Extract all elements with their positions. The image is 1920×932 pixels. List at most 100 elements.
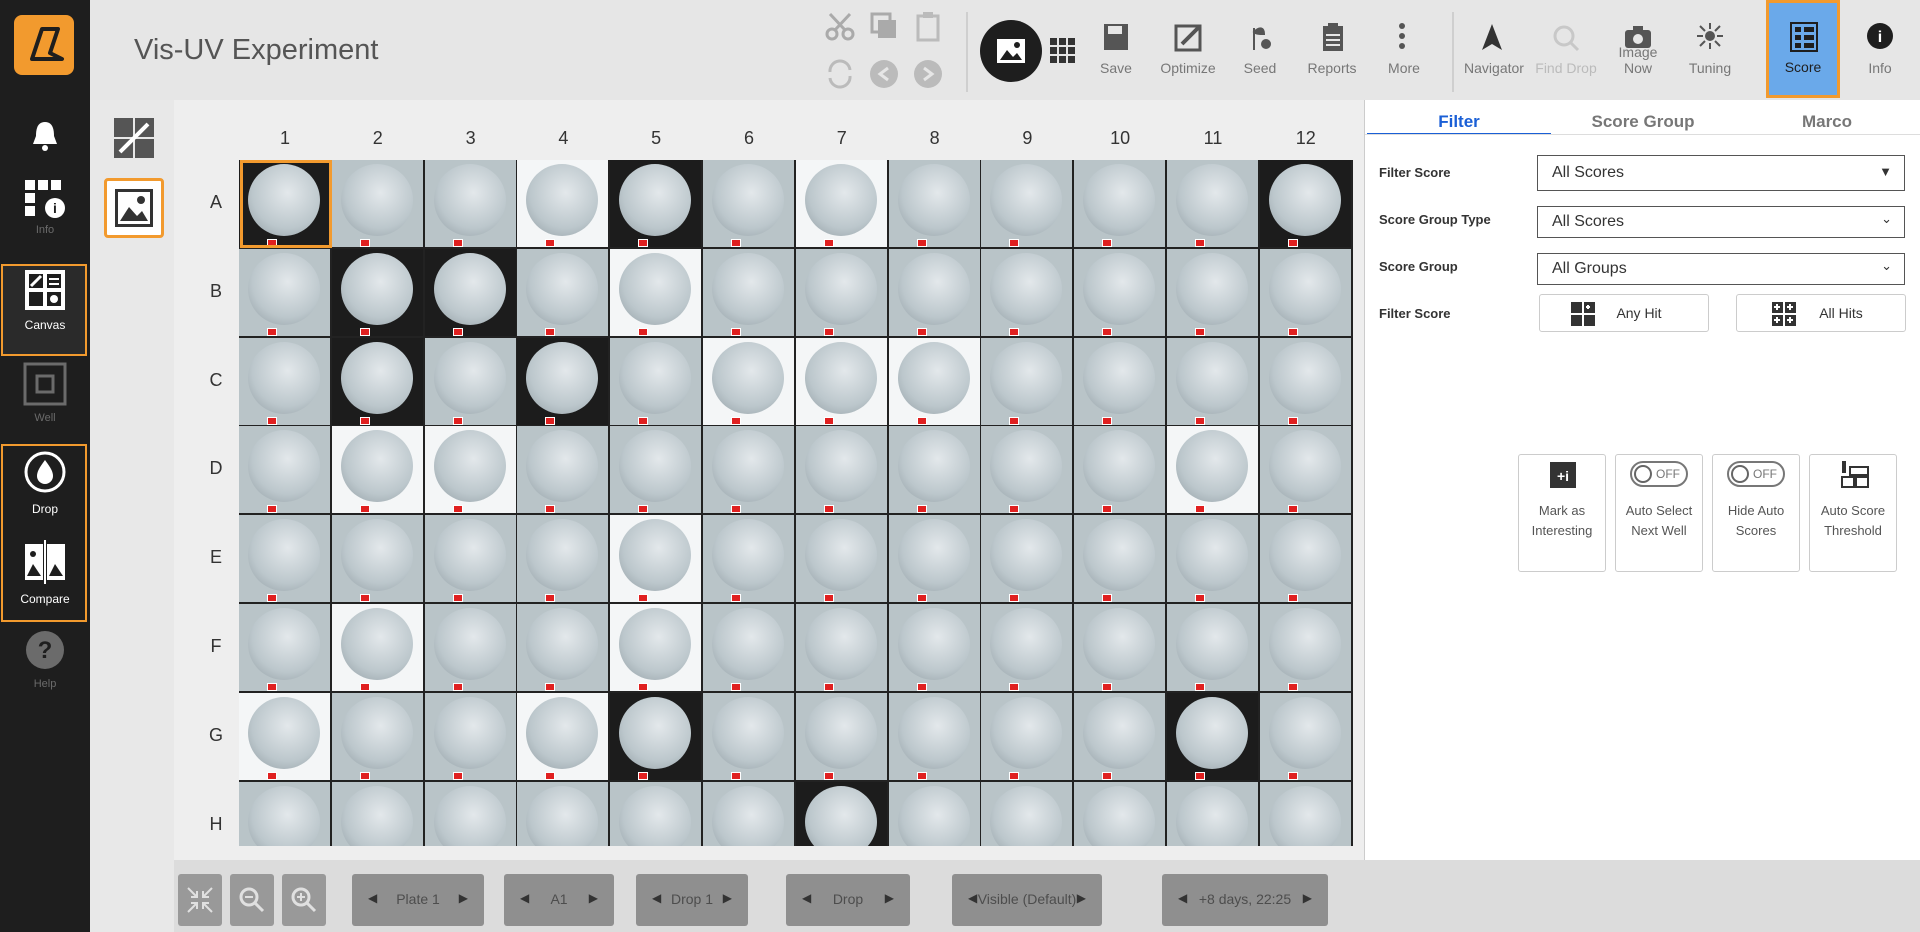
well-cell[interactable] — [795, 515, 887, 603]
auto-select-toggle[interactable]: OFF — [1630, 461, 1688, 487]
well-cell[interactable] — [981, 248, 1073, 336]
column-header[interactable]: 1 — [239, 128, 331, 149]
undo-icon[interactable] — [868, 58, 900, 90]
well-cell[interactable] — [610, 515, 702, 603]
well-cell[interactable] — [888, 692, 980, 780]
row-header[interactable]: H — [206, 814, 226, 835]
well-cell[interactable] — [610, 426, 702, 514]
well-cell[interactable] — [1167, 248, 1258, 336]
rail-drop-button[interactable]: Drop — [0, 450, 90, 516]
well-cell[interactable] — [1167, 604, 1258, 691]
well-cell[interactable] — [517, 692, 609, 780]
well-cell[interactable] — [1074, 781, 1166, 846]
well-cell[interactable] — [610, 781, 702, 846]
well-cell[interactable] — [1074, 426, 1166, 514]
paste-icon[interactable] — [912, 10, 944, 42]
well-cell[interactable] — [1167, 692, 1258, 780]
well-cell[interactable] — [1167, 515, 1258, 603]
well-cell[interactable] — [424, 160, 516, 247]
well-cell[interactable] — [239, 426, 330, 514]
well-cell[interactable] — [1167, 426, 1258, 514]
well-cell[interactable] — [239, 515, 330, 603]
well-cell[interactable] — [703, 604, 794, 691]
well-cell[interactable] — [1259, 426, 1351, 514]
well-cell[interactable] — [703, 248, 794, 336]
auto-score-threshold-button[interactable]: Auto Score Threshold — [1809, 454, 1897, 572]
tab-marco[interactable]: Marco — [1735, 112, 1919, 132]
well-cell[interactable] — [424, 426, 516, 514]
well-cell[interactable] — [703, 160, 794, 247]
row-header[interactable]: D — [206, 458, 226, 479]
well-cell[interactable] — [424, 248, 516, 336]
well-cell[interactable] — [795, 426, 887, 514]
well-cell[interactable] — [517, 604, 609, 691]
optimize-button[interactable]: Optimize — [1156, 18, 1220, 80]
column-header[interactable]: 5 — [610, 128, 702, 149]
well-cell[interactable] — [1074, 515, 1166, 603]
next-time-icon[interactable]: ▶ — [1303, 891, 1312, 905]
sync-icon[interactable] — [824, 58, 856, 90]
imaging-mode-navigator[interactable]: ◀ Visible (Default) ▶ — [952, 874, 1102, 926]
time-navigator[interactable]: ◀ +8 days, 22:25 ▶ — [1162, 874, 1328, 926]
next-well-icon[interactable]: ▶ — [589, 891, 598, 905]
well-cell[interactable] — [795, 692, 887, 780]
well-cell[interactable] — [981, 515, 1073, 603]
well-cell[interactable] — [1259, 337, 1351, 425]
well-cell[interactable] — [981, 426, 1073, 514]
score-group-type-select[interactable]: All Scores ⌄ — [1537, 206, 1905, 238]
seed-button[interactable]: Seed — [1228, 18, 1292, 80]
well-cell[interactable] — [981, 604, 1073, 691]
next-view-icon[interactable]: ▶ — [885, 891, 894, 905]
well-cell[interactable] — [795, 781, 887, 846]
row-header[interactable]: E — [206, 547, 226, 568]
row-header[interactable]: C — [206, 370, 226, 391]
image-mode-button[interactable] — [104, 178, 164, 238]
reports-button[interactable]: Reports — [1300, 18, 1364, 80]
mark-interesting-button[interactable]: +i Mark as Interesting — [1518, 454, 1606, 572]
column-header[interactable]: 6 — [703, 128, 795, 149]
well-cell[interactable] — [1259, 692, 1351, 780]
next-drop-icon[interactable]: ▶ — [723, 891, 732, 905]
info-button[interactable]: i Info — [1848, 18, 1912, 80]
any-hit-button[interactable]: Any Hit — [1539, 294, 1709, 332]
well-cell[interactable] — [1074, 160, 1166, 247]
well-cell[interactable] — [331, 337, 423, 425]
well-cell[interactable] — [888, 604, 980, 691]
well-cell[interactable] — [610, 160, 702, 247]
column-header[interactable]: 3 — [425, 128, 517, 149]
well-cell[interactable] — [1074, 604, 1166, 691]
well-cell[interactable] — [795, 160, 887, 247]
well-cell[interactable] — [981, 337, 1073, 425]
well-cell[interactable] — [331, 160, 423, 247]
navigator-button[interactable]: Navigator — [1462, 18, 1526, 80]
well-cell[interactable] — [331, 692, 423, 780]
well-cell[interactable] — [517, 781, 609, 846]
canvas-mode-button[interactable] — [104, 108, 164, 168]
well-cell[interactable] — [888, 426, 980, 514]
notifications-button[interactable] — [0, 118, 90, 154]
drop-view-navigator[interactable]: ◀ Drop ▶ — [786, 874, 910, 926]
well-cell[interactable] — [517, 426, 609, 514]
column-header[interactable]: 8 — [889, 128, 981, 149]
column-header[interactable]: 12 — [1260, 128, 1352, 149]
row-header[interactable]: F — [206, 636, 226, 657]
column-header[interactable]: 2 — [332, 128, 424, 149]
hide-auto-toggle[interactable]: OFF — [1727, 461, 1785, 487]
well-cell[interactable] — [795, 337, 887, 425]
well-cell[interactable] — [331, 604, 423, 691]
row-header[interactable]: G — [206, 725, 226, 746]
well-cell[interactable] — [517, 248, 609, 336]
well-cell[interactable] — [981, 692, 1073, 780]
well-cell[interactable] — [239, 248, 330, 336]
well-cell[interactable] — [239, 692, 330, 780]
rail-well-button[interactable]: Well — [0, 362, 90, 424]
well-cell[interactable] — [517, 515, 609, 603]
well-cell[interactable] — [1167, 337, 1258, 425]
well-cell[interactable] — [888, 781, 980, 846]
filter-score-select[interactable]: All Scores ▼ — [1537, 155, 1905, 191]
find-drop-button[interactable]: Find Drop — [1534, 18, 1598, 80]
well-cell[interactable] — [703, 426, 794, 514]
column-header[interactable]: 9 — [981, 128, 1073, 149]
well-cell[interactable] — [703, 337, 794, 425]
well-cell[interactable] — [424, 781, 516, 846]
